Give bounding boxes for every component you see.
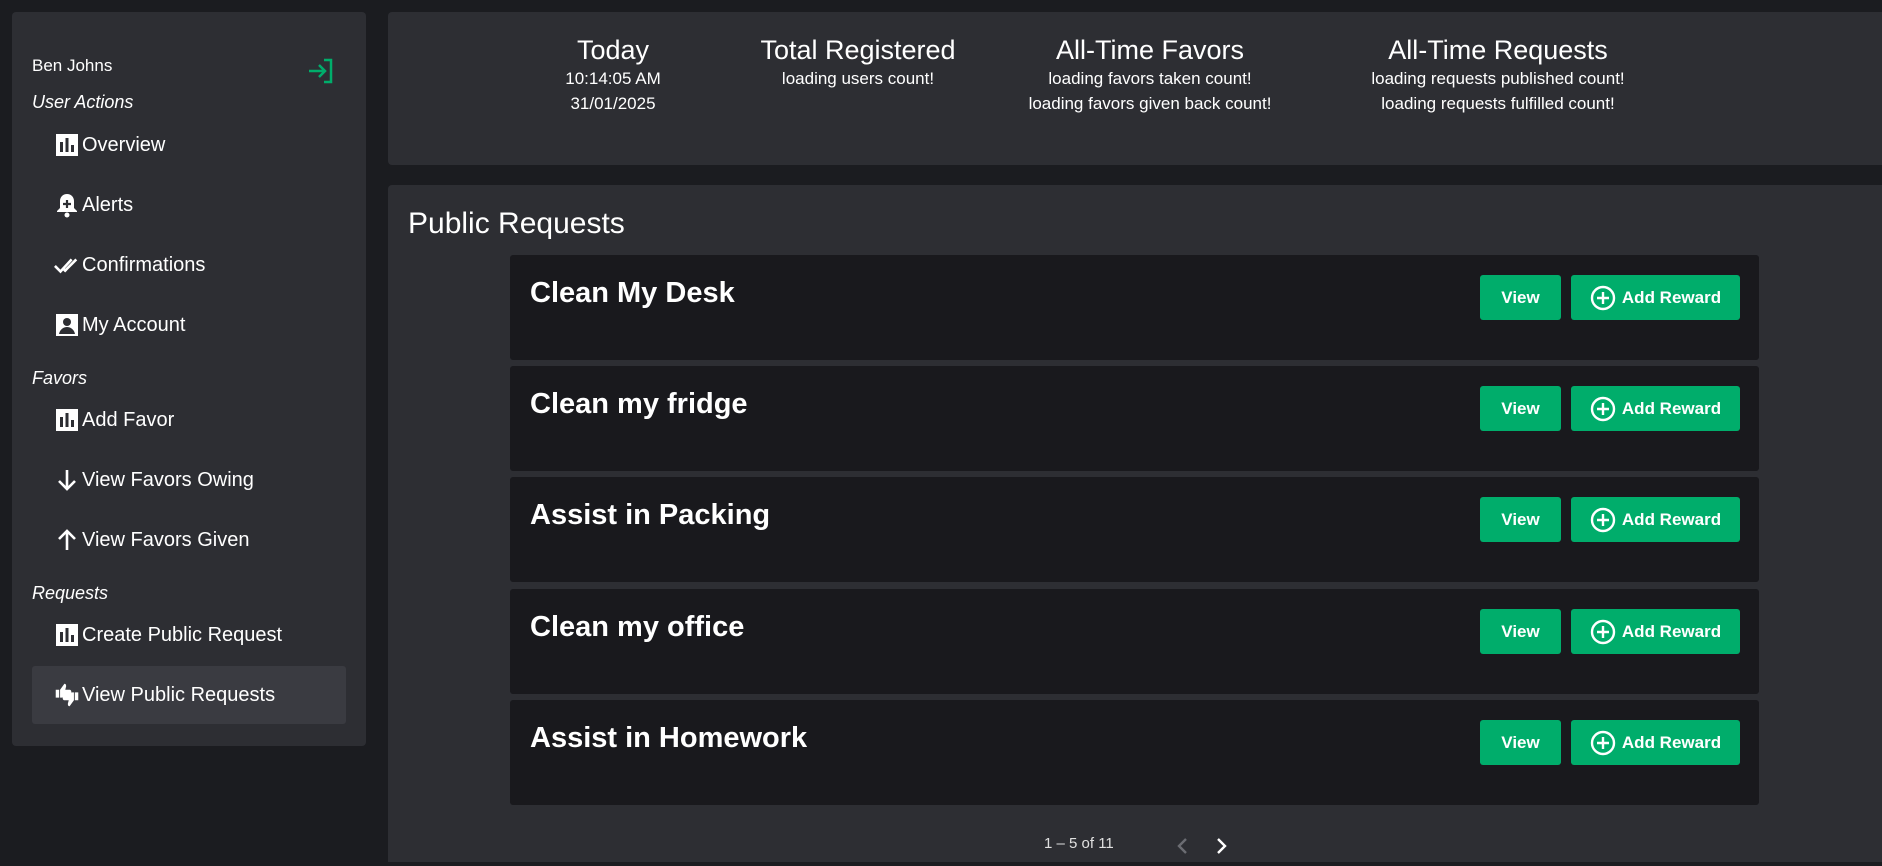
sidebar-item-label: View Favors Owing bbox=[82, 468, 254, 491]
chevron-right-icon bbox=[1217, 838, 1227, 854]
public-requests-panel: Public Requests Clean My Desk View Add R… bbox=[388, 185, 1882, 862]
sidebar-item-label: View Public Requests bbox=[82, 683, 276, 706]
sidebar-item-view-public-requests[interactable]: View Public Requests bbox=[32, 666, 346, 724]
sidebar-item-label: My Account bbox=[82, 313, 186, 336]
add-circle-icon bbox=[1590, 619, 1616, 645]
sidebar-item-create-public-request[interactable]: Create Public Request bbox=[32, 606, 346, 664]
sidebar-item-label: Confirmations bbox=[82, 253, 206, 276]
current-time: 10:14:05 AM bbox=[565, 69, 661, 88]
add-circle-icon bbox=[1590, 396, 1616, 422]
stat-line: loading requests fulfilled count! bbox=[1381, 94, 1615, 113]
user-row: Ben Johns bbox=[32, 46, 346, 90]
request-title: Clean My Desk bbox=[530, 277, 735, 309]
request-title: Assist in Packing bbox=[530, 499, 771, 531]
add-circle-icon bbox=[1590, 730, 1616, 756]
chevron-left-icon bbox=[1177, 838, 1187, 854]
add-reward-button[interactable]: Add Reward bbox=[1571, 275, 1740, 320]
request-card: Assist in Homework View Add Reward bbox=[510, 700, 1759, 805]
double-check-icon bbox=[54, 252, 80, 278]
view-button[interactable]: View bbox=[1480, 275, 1561, 320]
stat-all-time-requests: All-Time Requests loading requests publi… bbox=[1338, 34, 1658, 116]
section-label-requests: Requests bbox=[32, 583, 109, 603]
sidebar-item-label: Create Public Request bbox=[82, 623, 283, 646]
arrow-up-icon bbox=[54, 527, 80, 553]
add-reward-button[interactable]: Add Reward bbox=[1571, 720, 1740, 765]
sidebar-item-label: Alerts bbox=[82, 193, 134, 216]
add-reward-button[interactable]: Add Reward bbox=[1571, 497, 1740, 542]
add-reward-label: Add Reward bbox=[1621, 621, 1722, 641]
stat-line: loading requests published count! bbox=[1371, 69, 1625, 88]
page-title: Public Requests bbox=[408, 207, 625, 240]
request-card: Clean my fridge View Add Reward bbox=[510, 366, 1759, 471]
add-reward-button[interactable]: Add Reward bbox=[1571, 609, 1740, 654]
sidebar: Ben Johns User Actions Overview Alerts C… bbox=[12, 12, 366, 746]
stat-title: Today bbox=[576, 35, 650, 65]
request-title: Assist in Homework bbox=[530, 722, 808, 754]
stat-today: Today 10:14:05 AM 31/01/2025 bbox=[543, 34, 683, 116]
sidebar-item-label: View Favors Given bbox=[82, 528, 250, 551]
previous-page-button[interactable] bbox=[1168, 831, 1198, 861]
sidebar-item-my-account[interactable]: My Account bbox=[32, 296, 346, 354]
view-button[interactable]: View bbox=[1480, 609, 1561, 654]
view-button[interactable]: View bbox=[1480, 720, 1561, 765]
add-circle-icon bbox=[1590, 285, 1616, 311]
bar-chart-icon bbox=[54, 622, 80, 648]
sidebar-item-add-favor[interactable]: Add Favor bbox=[32, 391, 346, 449]
stat-title: All-Time Favors bbox=[1055, 35, 1244, 65]
sidebar-item-label: Add Favor bbox=[82, 408, 175, 431]
bell-plus-icon bbox=[54, 192, 80, 218]
request-title: Clean my office bbox=[530, 611, 745, 643]
paginator-range: 1 – 5 of 11 bbox=[1044, 835, 1114, 852]
stat-line: loading favors given back count! bbox=[1028, 94, 1272, 113]
logout-icon[interactable] bbox=[306, 56, 336, 86]
section-label-user-actions: User Actions bbox=[32, 92, 134, 112]
sidebar-item-confirmations[interactable]: Confirmations bbox=[32, 236, 346, 294]
bar-chart-icon bbox=[54, 132, 80, 158]
next-page-button[interactable] bbox=[1206, 831, 1236, 861]
request-card: Clean my office View Add Reward bbox=[510, 589, 1759, 694]
stats-bar: Today 10:14:05 AM 31/01/2025 Total Regis… bbox=[388, 12, 1882, 165]
stat-total-registered: Total Registered loading users count! bbox=[728, 34, 988, 91]
stat-all-time-favors: All-Time Favors loading favors taken cou… bbox=[1000, 34, 1300, 116]
sidebar-item-alerts[interactable]: Alerts bbox=[32, 176, 346, 234]
account-box-icon bbox=[54, 312, 80, 338]
section-label-favors: Favors bbox=[32, 368, 88, 388]
thumbs-up-down-icon bbox=[54, 682, 80, 708]
add-reward-button[interactable]: Add Reward bbox=[1571, 386, 1740, 431]
stat-title: All-Time Requests bbox=[1388, 35, 1608, 65]
sidebar-item-overview[interactable]: Overview bbox=[32, 116, 346, 174]
view-button[interactable]: View bbox=[1480, 386, 1561, 431]
stat-line: loading favors taken count! bbox=[1048, 69, 1252, 88]
view-button[interactable]: View bbox=[1480, 497, 1561, 542]
add-circle-icon bbox=[1590, 507, 1616, 533]
sidebar-item-view-favors-owing[interactable]: View Favors Owing bbox=[32, 451, 346, 509]
stat-line: loading users count! bbox=[781, 69, 935, 88]
sidebar-item-label: Overview bbox=[82, 133, 166, 156]
add-reward-label: Add Reward bbox=[1621, 732, 1722, 752]
current-date: 31/01/2025 bbox=[570, 94, 656, 113]
arrow-down-icon bbox=[54, 467, 80, 493]
stat-title: Total Registered bbox=[760, 35, 956, 65]
sidebar-item-view-favors-given[interactable]: View Favors Given bbox=[32, 511, 346, 569]
request-card: Clean My Desk View Add Reward bbox=[510, 255, 1759, 360]
request-title: Clean my fridge bbox=[530, 388, 748, 420]
add-reward-label: Add Reward bbox=[1621, 287, 1722, 307]
add-reward-label: Add Reward bbox=[1621, 509, 1722, 529]
add-reward-label: Add Reward bbox=[1621, 398, 1722, 418]
bar-chart-icon bbox=[54, 407, 80, 433]
request-card: Assist in Packing View Add Reward bbox=[510, 477, 1759, 582]
user-name: Ben Johns bbox=[32, 56, 113, 75]
